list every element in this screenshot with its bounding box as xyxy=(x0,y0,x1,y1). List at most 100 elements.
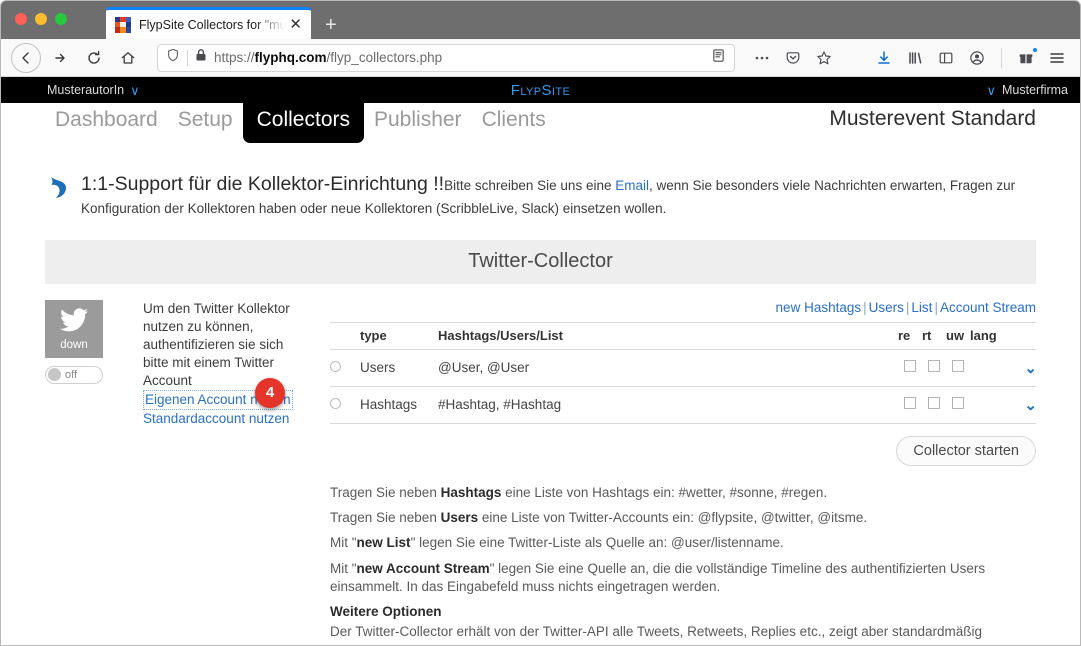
help-line-3: Mit "new List" legen Sie eine Twitter-Li… xyxy=(330,534,1036,552)
collector-auth-column: Um den Twitter Kollektor nutzen zu könne… xyxy=(103,300,298,645)
help-3b: new List xyxy=(356,535,411,551)
close-tab-icon[interactable]: ✕ xyxy=(286,15,305,34)
row-expand-cell[interactable]: ⌄ xyxy=(1002,386,1037,424)
toggle-knob xyxy=(48,368,61,382)
twitter-collector-panel: down off Um den Twitter Kollektor nutzen… xyxy=(1,284,1080,645)
row-re-checkbox-cell[interactable] xyxy=(898,386,922,424)
support-text-before: Bitte schreiben Sie uns eine xyxy=(444,178,616,193)
row-lang[interactable] xyxy=(970,386,1002,424)
row-value-input[interactable]: #Hashtag, #Hashtag xyxy=(438,386,898,424)
row-re-checkbox-cell[interactable] xyxy=(898,349,922,387)
reader-mode-icon[interactable] xyxy=(711,48,726,68)
row-value-input[interactable]: @User, @User xyxy=(438,349,898,387)
link-new-hashtags[interactable]: new Hashtags xyxy=(776,300,862,315)
nav-item-publisher[interactable]: Publisher xyxy=(364,103,472,141)
bookmark-star-icon[interactable] xyxy=(811,45,837,71)
nav-item-clients[interactable]: Clients xyxy=(472,103,556,141)
forward-icon[interactable] xyxy=(45,43,75,73)
collector-sources-table: type Hashtags/Users/List re rt uw lang U… xyxy=(330,321,1037,424)
collector-toggle[interactable]: off xyxy=(45,365,103,384)
row-uw-checkbox-cell[interactable] xyxy=(946,349,970,387)
twitter-bird-icon xyxy=(60,308,88,337)
chevron-down-icon[interactable]: ⌄ xyxy=(1024,360,1037,377)
hamburger-menu-icon[interactable] xyxy=(1044,45,1070,71)
new-tab-button[interactable]: + xyxy=(325,15,337,35)
checkbox-re[interactable] xyxy=(904,397,916,410)
checkbox-re[interactable] xyxy=(904,360,916,373)
site-topbar: MusterautorIn ∨ FlypSite ∨ Musterfirma xyxy=(1,77,1080,103)
page-actions-ellipsis-icon[interactable] xyxy=(749,45,775,71)
site-brand: FlypSite xyxy=(510,81,571,99)
url-text[interactable]: https://flyphq.com/flyp_collectors.php xyxy=(214,50,704,65)
checkbox-rt[interactable] xyxy=(928,397,940,410)
twitter-status-box: down xyxy=(45,299,103,358)
reload-icon[interactable] xyxy=(79,43,109,73)
help-2b: Users xyxy=(440,510,479,526)
library-icon[interactable] xyxy=(902,45,928,71)
support-text: 1:1-Support für die Kollektor-Einrichtun… xyxy=(81,171,1036,218)
help-3a: Mit " xyxy=(330,535,357,551)
topbar-user-menu[interactable]: MusterautorIn ∨ xyxy=(47,83,140,97)
row-rt-checkbox-cell[interactable] xyxy=(922,349,946,387)
checkbox-uw[interactable] xyxy=(952,360,964,373)
row-rt-checkbox-cell[interactable] xyxy=(922,386,946,424)
sidebar-icon[interactable] xyxy=(933,45,959,71)
col-expand xyxy=(1002,321,1036,350)
home-icon[interactable] xyxy=(113,43,143,73)
support-email-link[interactable]: Email xyxy=(615,178,649,193)
nav-item-setup[interactable]: Setup xyxy=(168,103,243,141)
link-new-account-stream[interactable]: Account Stream xyxy=(940,300,1036,315)
topbar-company-menu[interactable]: ∨ Musterfirma xyxy=(987,83,1069,97)
new-source-links: new Hashtags | Users | List | Account Stream xyxy=(330,300,1036,315)
row-lang[interactable] xyxy=(970,349,1002,387)
browser-window: FlypSite Collectors for "musterf ✕ + htt… xyxy=(0,0,1081,646)
start-collector-button[interactable]: Collector starten xyxy=(896,435,1036,466)
checkbox-rt[interactable] xyxy=(928,360,940,373)
pocket-icon[interactable] xyxy=(780,45,806,71)
maximize-window-button[interactable] xyxy=(55,13,67,25)
link-separator: | xyxy=(863,299,867,315)
browser-tab[interactable]: FlypSite Collectors for "musterf ✕ xyxy=(106,7,311,39)
downloads-icon[interactable] xyxy=(871,45,897,71)
browser-tabstrip: FlypSite Collectors for "musterf ✕ + xyxy=(1,1,1080,39)
nav-item-collectors[interactable]: Collectors xyxy=(242,103,364,144)
lock-icon[interactable] xyxy=(195,48,207,67)
close-window-button[interactable] xyxy=(15,13,27,25)
page-content: MusterautorIn ∨ FlypSite ∨ Musterfirma D… xyxy=(1,77,1080,645)
nav-item-dashboard[interactable]: Dashboard xyxy=(45,103,168,141)
checkbox-uw[interactable] xyxy=(952,397,964,410)
row-uw-checkbox-cell[interactable] xyxy=(946,386,970,424)
gift-icon[interactable] xyxy=(1013,45,1039,71)
dolphin-logo-icon xyxy=(45,175,71,206)
topbar-username: MusterautorIn xyxy=(47,83,125,97)
url-divider xyxy=(187,49,188,66)
gift-badge-dot xyxy=(1032,46,1038,53)
tracking-protection-shield-icon[interactable] xyxy=(166,48,180,67)
back-icon[interactable] xyxy=(11,42,41,73)
radio-button[interactable] xyxy=(330,398,341,410)
row-radio-cell[interactable] xyxy=(330,386,360,424)
urlbar-actions xyxy=(749,45,1070,71)
chevron-down-icon[interactable]: ⌄ xyxy=(1024,397,1037,414)
collector-description: Um den Twitter Kollektor nutzen zu könne… xyxy=(143,300,290,388)
link-new-list[interactable]: List xyxy=(911,300,932,315)
site-nav: Dashboard Setup Collectors Publisher Cli… xyxy=(1,103,1080,153)
col-lang: lang xyxy=(970,321,1002,350)
radio-button[interactable] xyxy=(330,361,341,373)
row-radio-cell[interactable] xyxy=(330,349,360,387)
minimize-window-button[interactable] xyxy=(35,13,47,25)
account-icon[interactable] xyxy=(964,45,990,71)
link-new-users[interactable]: Users xyxy=(869,300,904,315)
row-expand-cell[interactable]: ⌄ xyxy=(1002,349,1037,387)
link-standardaccount-nutzen[interactable]: Standardaccount nutzen xyxy=(143,410,298,428)
new-hashtags-label: Hashtags xyxy=(804,299,862,315)
toolbar-divider xyxy=(1001,47,1002,68)
col-type: type xyxy=(360,321,438,350)
support-banner: 1:1-Support für die Kollektor-Einrichtun… xyxy=(1,153,1080,218)
row-type: Hashtags xyxy=(360,386,438,424)
tab-title: FlypSite Collectors for "musterf xyxy=(139,17,287,32)
help-line-1: Tragen Sie neben Hashtags eine Liste von… xyxy=(330,484,1036,502)
collector-help-text: Tragen Sie neben Hashtags eine Liste von… xyxy=(330,466,1036,642)
chevron-down-icon: ∨ xyxy=(986,82,997,98)
url-bar[interactable]: https://flyphq.com/flyp_collectors.php xyxy=(157,43,735,72)
